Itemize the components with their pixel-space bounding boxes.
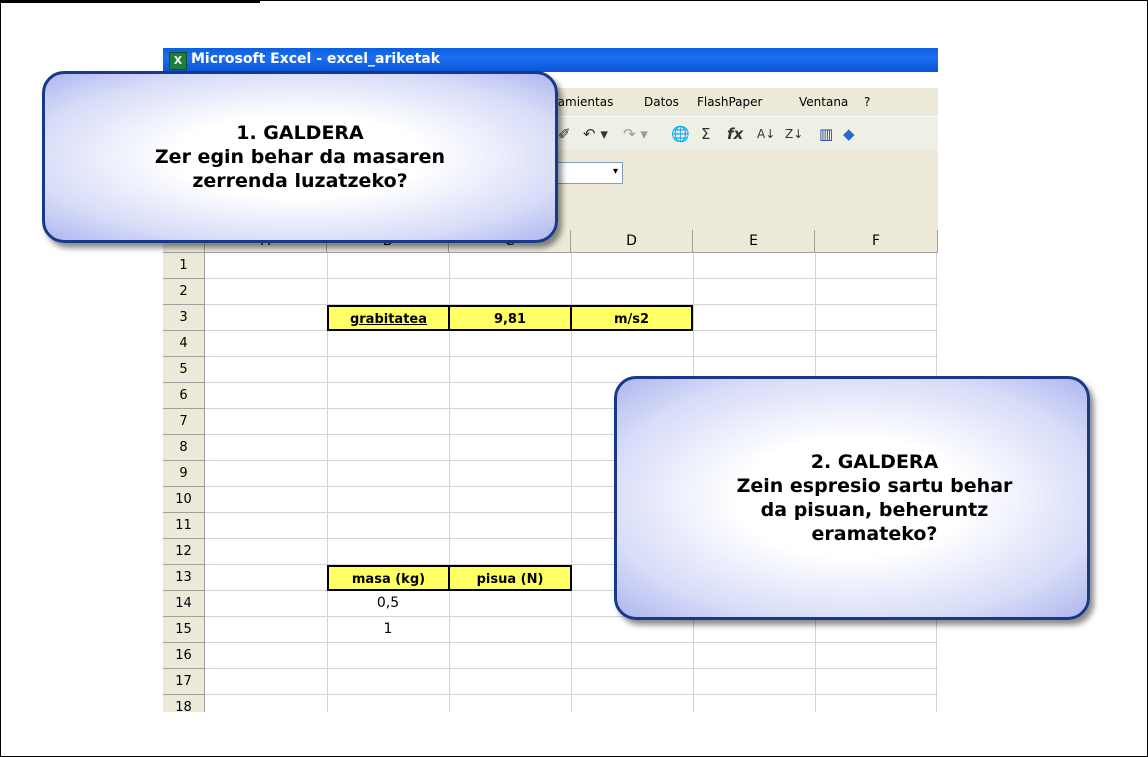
chevron-down-icon[interactable]: ▾ xyxy=(613,166,618,177)
cell-d3[interactable]: m/s2 xyxy=(570,305,693,331)
row-header[interactable]: 17 xyxy=(163,669,205,695)
format-painter-icon[interactable]: ✐ xyxy=(558,125,571,143)
row-header[interactable]: 4 xyxy=(163,331,205,357)
web-icon[interactable]: 🌐 xyxy=(671,125,690,143)
cell-b3[interactable]: grabitatea xyxy=(327,305,450,331)
row-header[interactable]: 5 xyxy=(163,357,205,383)
sort-descending-icon[interactable]: Z↓ xyxy=(785,125,803,143)
menu-item-flashpaper[interactable]: FlashPaper xyxy=(697,95,762,109)
row-header[interactable]: 15 xyxy=(163,617,205,643)
gridline xyxy=(205,668,938,669)
top-border-line xyxy=(0,0,260,3)
gridline xyxy=(205,278,938,279)
column-header-e[interactable]: E xyxy=(693,230,815,253)
window-titlebar[interactable]: X Microsoft Excel - excel_ariketak xyxy=(163,48,938,72)
window-title: Microsoft Excel - excel_ariketak xyxy=(191,51,441,67)
row-header[interactable]: 9 xyxy=(163,461,205,487)
row-header[interactable]: 11 xyxy=(163,513,205,539)
callout-question-1: 1. GALDERA Zer egin behar da masaren zer… xyxy=(42,71,558,243)
row-header[interactable]: 10 xyxy=(163,487,205,513)
row-header[interactable]: 7 xyxy=(163,409,205,435)
column-header-d[interactable]: D xyxy=(571,230,693,253)
cell-b14[interactable]: 0,5 xyxy=(327,591,449,617)
redo-icon[interactable]: ↷ ▾ xyxy=(623,125,648,143)
gridline xyxy=(205,642,938,643)
undo-icon[interactable]: ↶ ▾ xyxy=(583,125,608,143)
row-header[interactable]: 16 xyxy=(163,643,205,669)
menu-item-help[interactable]: ? xyxy=(864,95,870,109)
gridline xyxy=(205,694,938,695)
row-header[interactable]: 1 xyxy=(163,253,205,279)
excel-icon: X xyxy=(169,52,187,70)
cell-c13[interactable]: pisua (N) xyxy=(448,565,572,591)
row-header[interactable]: 3 xyxy=(163,305,205,331)
row-header[interactable]: 2 xyxy=(163,279,205,305)
row-header[interactable]: 6 xyxy=(163,383,205,409)
gridline xyxy=(205,356,938,357)
drawing-icon[interactable]: ◆ xyxy=(843,125,855,143)
function-icon[interactable]: fx xyxy=(727,125,743,143)
autosum-icon[interactable]: Σ xyxy=(701,125,710,143)
callout-question-1-text: 1. GALDERA Zer egin behar da masaren zer… xyxy=(154,122,446,192)
row-header[interactable]: 14 xyxy=(163,591,205,617)
name-box-dropdown[interactable]: ▾ xyxy=(553,162,623,184)
cell-b15[interactable]: 1 xyxy=(327,617,449,643)
callout-question-2-text: 2. GALDERA Zein espresio sartu behar da … xyxy=(736,451,1013,545)
column-header-f[interactable]: F xyxy=(815,230,938,253)
sort-ascending-icon[interactable]: A↓ xyxy=(757,125,775,143)
menu-item-datos[interactable]: Datos xyxy=(644,95,679,109)
row-header[interactable]: 18 xyxy=(163,695,205,712)
row-header[interactable]: 12 xyxy=(163,539,205,565)
callout-question-2: 2. GALDERA Zein espresio sartu behar da … xyxy=(614,376,1090,620)
cell-c3[interactable]: 9,81 xyxy=(448,305,572,331)
menu-item-ventana[interactable]: Ventana xyxy=(799,95,848,109)
row-header[interactable]: 13 xyxy=(163,565,205,591)
chart-wizard-icon[interactable]: ▥ xyxy=(819,125,833,143)
cell-b13[interactable]: masa (kg) xyxy=(327,565,450,591)
row-header[interactable]: 8 xyxy=(163,435,205,461)
